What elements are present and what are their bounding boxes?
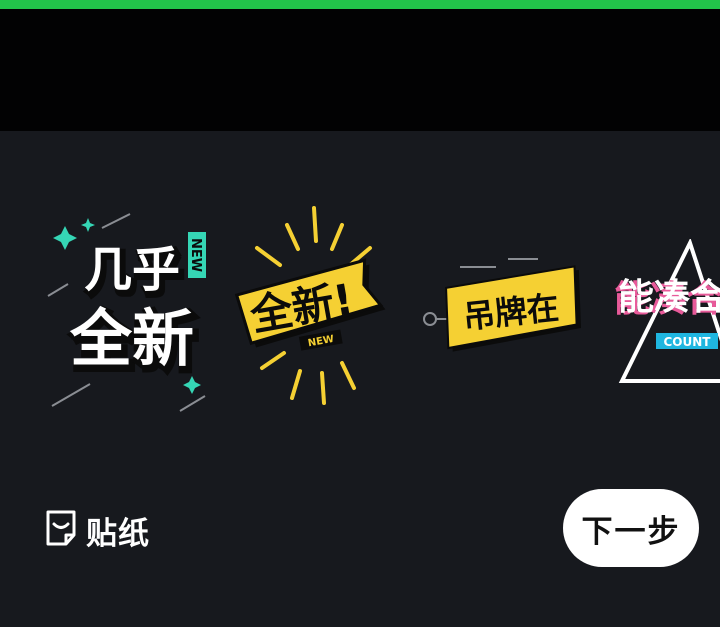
sticker-strip[interactable]: 几乎 几乎 全新 全新 NEW 全新! NEW 吊牌在 能凑合 能凑合 COUN… bbox=[0, 131, 720, 491]
sticker-icon bbox=[44, 509, 78, 551]
yellow-label: 吊牌在 bbox=[445, 265, 581, 352]
sticker-good-enough[interactable]: 能凑合 能凑合 COUNT bbox=[610, 239, 720, 389]
sticker-tab-label: 贴纸 bbox=[86, 515, 150, 552]
sticker-almost-new[interactable]: 几乎 几乎 全新 全新 NEW bbox=[40, 206, 215, 416]
svg-text:COUNT: COUNT bbox=[664, 335, 712, 349]
media-preview-area bbox=[0, 9, 720, 131]
sticker-tags-on[interactable]: 吊牌在 bbox=[418, 253, 586, 353]
sticker-text-top: 几乎 bbox=[84, 242, 180, 298]
sticker-text: 能凑合 bbox=[618, 277, 720, 318]
yellow-flag: 全新! NEW bbox=[234, 258, 386, 351]
svg-text:NEW: NEW bbox=[188, 238, 203, 272]
sticker-brand-new[interactable]: 全新! NEW bbox=[232, 203, 386, 418]
next-step-button[interactable]: 下一步 bbox=[563, 489, 699, 567]
sticker-tab[interactable]: 贴纸 bbox=[44, 508, 150, 552]
top-accent-bar bbox=[0, 0, 720, 9]
sticker-text-bottom: 全新 bbox=[69, 302, 194, 375]
new-tag: NEW bbox=[188, 232, 206, 278]
